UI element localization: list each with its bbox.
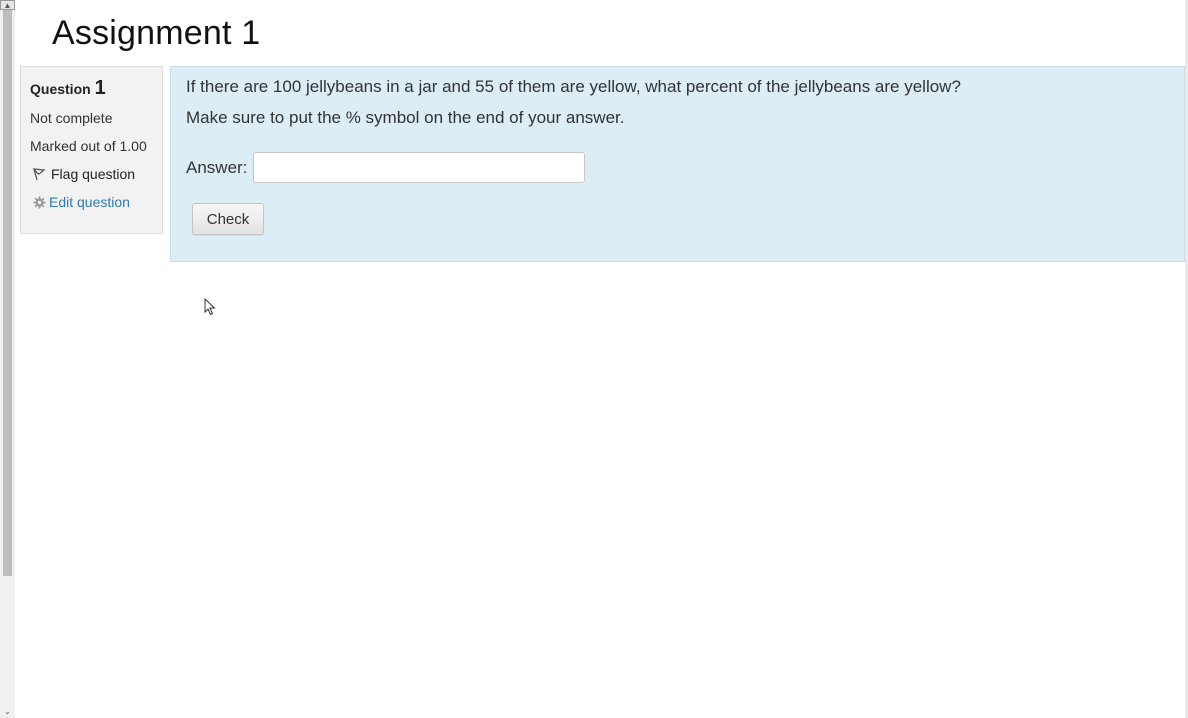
question-marks: Marked out of 1.00	[30, 138, 147, 154]
question-number: 1	[94, 77, 106, 99]
question-instruction: Make sure to put the % symbol on the end…	[186, 108, 625, 127]
question-word: Question	[30, 81, 91, 97]
vertical-scrollbar[interactable]: ▲ ⌄	[0, 0, 15, 718]
scroll-down-arrow-icon[interactable]: ⌄	[0, 706, 15, 718]
flag-question-toggle[interactable]: Flag question	[30, 166, 162, 182]
check-button[interactable]: Check	[192, 203, 264, 235]
question-info-panel: Question 1 Not complete Marked out of 1.…	[20, 66, 163, 234]
answer-label: Answer:	[186, 157, 248, 177]
answer-input[interactable]	[253, 152, 586, 183]
edit-question-link-row[interactable]: Edit question	[30, 194, 162, 210]
scroll-up-arrow-icon[interactable]: ▲	[0, 0, 15, 10]
mouse-pointer-icon	[204, 297, 216, 321]
page: ▲ ⌄ Assignment 1 Question 1 Not complete…	[0, 0, 1188, 718]
answer-row: Answer:	[186, 152, 1169, 183]
question-heading: Question 1	[30, 77, 162, 100]
flag-question-label[interactable]: Flag question	[51, 166, 135, 182]
question-content-panel: If there are 100 jellybeans in a jar and…	[170, 66, 1185, 262]
flag-icon[interactable]	[32, 167, 46, 181]
gear-icon	[33, 195, 46, 209]
question-status: Not complete	[30, 110, 113, 126]
page-title: Assignment 1	[52, 14, 261, 52]
scrollbar-thumb[interactable]	[3, 10, 12, 576]
edit-question-link[interactable]: Edit question	[49, 194, 130, 210]
question-text: If there are 100 jellybeans in a jar and…	[186, 77, 961, 96]
